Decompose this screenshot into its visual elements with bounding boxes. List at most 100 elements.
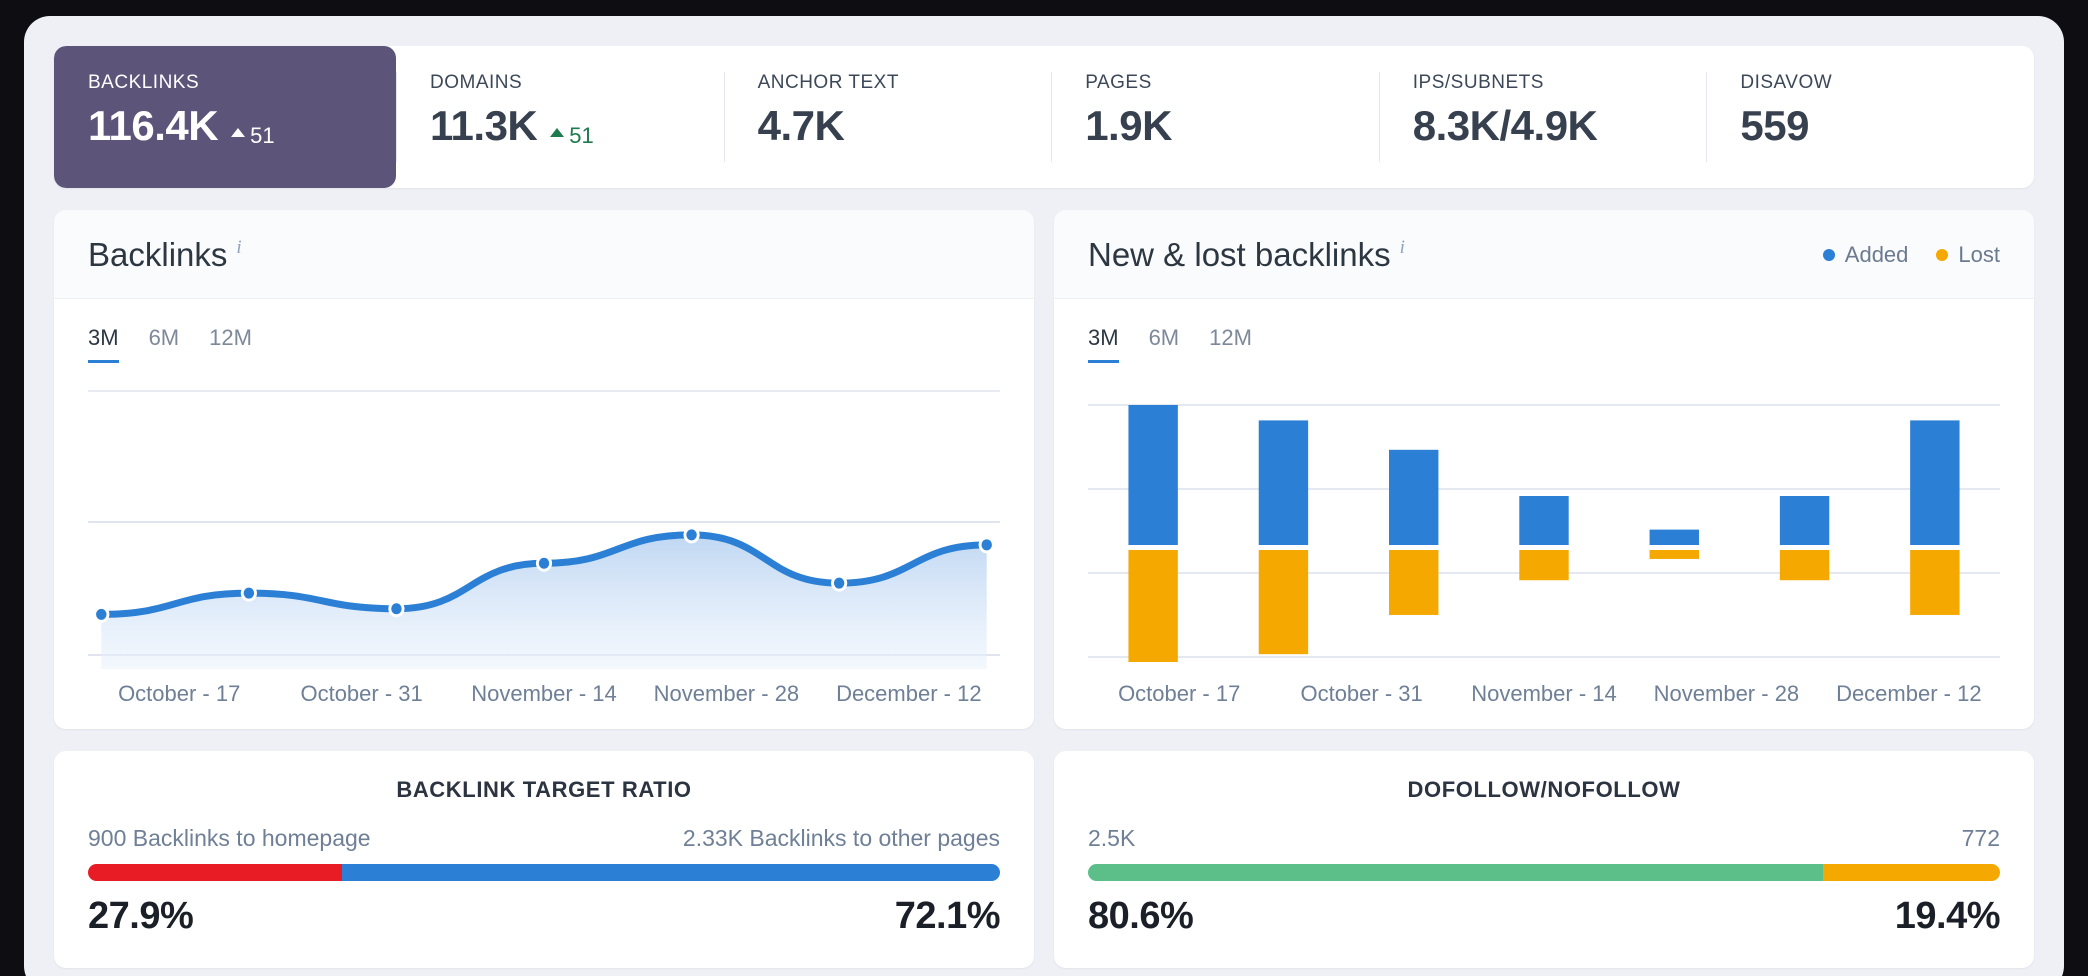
- follow-ratio-labels: 2.5K 772: [1088, 825, 2000, 852]
- new-lost-x-axis: October - 17 October - 31 November - 14 Nov…: [1088, 681, 2000, 707]
- kpi-value-row: 8.3K/4.9K: [1412, 102, 1707, 149]
- data-point[interactable]: [683, 526, 700, 544]
- x-tick-label: November - 28: [653, 681, 800, 706]
- charts-row: Backlinks i 3M 6M 12M October - 17 Octob…: [54, 210, 2034, 729]
- bar-added[interactable]: [1779, 496, 1830, 545]
- bar-lost[interactable]: [1389, 550, 1439, 615]
- data-point[interactable]: [93, 605, 110, 623]
- follow-ratio-right-label: 772: [1961, 825, 2000, 851]
- kpi-label: IPS/SUBNETS: [1412, 72, 1544, 93]
- legend-dot-icon: [1822, 249, 1835, 261]
- new-lost-range-tab-3m[interactable]: 3M: [1088, 325, 1119, 363]
- bar-added[interactable]: [1128, 405, 1178, 545]
- x-tick-label: December - 12: [1836, 681, 1982, 706]
- data-point[interactable]: [831, 574, 848, 592]
- backlinks-card-title: Backlinks i: [88, 236, 242, 274]
- backlinks-x-axis: October - 17 October - 31 November - 14 Nov…: [88, 681, 1000, 707]
- x-tick-label: October - 17: [118, 681, 241, 706]
- follow-ratio-bar: [1088, 864, 2000, 881]
- data-point[interactable]: [978, 536, 995, 554]
- kpi-anchor-text[interactable]: ANCHOR TEXT 4.7K: [723, 46, 1052, 188]
- backlinks-range-tab-12m[interactable]: 12M: [209, 325, 252, 363]
- bar-lost[interactable]: [1779, 550, 1830, 581]
- bar-added[interactable]: [1910, 420, 1960, 545]
- data-point[interactable]: [535, 554, 553, 572]
- follow-ratio-right-pct: 19.4%: [1894, 895, 2001, 937]
- x-tick-label: November - 28: [1653, 681, 1800, 706]
- bar-groups: [1128, 405, 1960, 662]
- kpi-strip: BACKLINKS 116.4K 51 DOMAINS 11.3K 51 ANCHOR TE…: [54, 46, 2034, 188]
- backlinks-area-chart: [88, 377, 1000, 669]
- bar-lost[interactable]: [1519, 550, 1569, 581]
- target-ratio-right-label: 2.33K Backlinks to other pages: [682, 825, 1000, 851]
- bar-lost[interactable]: [1128, 550, 1178, 662]
- kpi-delta: 51: [550, 122, 594, 149]
- x-tick-label: November - 14: [1471, 681, 1617, 706]
- new-lost-card-header: New & lost backlinks i Added Lost: [1054, 210, 2034, 299]
- kpi-label: DISAVOW: [1740, 72, 1833, 93]
- x-tick-label: October - 17: [1118, 681, 1241, 706]
- target-ratio-bar: [88, 864, 1000, 881]
- kpi-value-row: 559: [1740, 102, 2034, 149]
- backlinks-chart-svg: [88, 390, 1000, 669]
- bar-lost[interactable]: [1649, 550, 1699, 559]
- new-lost-chart-svg: [1088, 404, 2000, 662]
- kpi-domains[interactable]: DOMAINS 11.3K 51: [396, 46, 724, 188]
- kpi-value: 4.7K: [757, 102, 845, 149]
- kpi-value: 8.3K/4.9K: [1412, 102, 1598, 149]
- new-lost-range-tab-12m[interactable]: 12M: [1209, 325, 1252, 363]
- new-lost-range-tab-6m[interactable]: 6M: [1149, 325, 1180, 363]
- follow-ratio-left-segment: [1088, 864, 1824, 881]
- backlinks-title-text: Backlinks: [88, 236, 228, 273]
- backlinks-range-tabs: 3M 6M 12M: [88, 325, 1000, 363]
- kpi-ips-subnets[interactable]: IPS/SUBNETS 8.3K/4.9K: [1378, 46, 1707, 188]
- bar-lost[interactable]: [1910, 550, 1960, 615]
- chart-legend: Added Lost: [1822, 242, 2000, 268]
- x-tick-label: October - 31: [1300, 681, 1423, 706]
- dashboard-frame: BACKLINKS 116.4K 51 DOMAINS 11.3K 51 ANCHOR TE…: [24, 16, 2064, 976]
- legend-item-lost[interactable]: Lost: [1936, 242, 2000, 268]
- backlinks-range-tab-6m[interactable]: 6M: [149, 325, 180, 363]
- new-lost-bar-chart: [1088, 377, 2000, 669]
- kpi-pages[interactable]: PAGES 1.9K: [1051, 46, 1379, 188]
- target-ratio-percentages: 27.9% 72.1%: [88, 895, 1001, 938]
- target-ratio-left-label: 900 Backlinks to homepage: [88, 825, 371, 851]
- bar-added[interactable]: [1519, 496, 1569, 545]
- kpi-label: BACKLINKS: [88, 72, 200, 93]
- bar-lost[interactable]: [1258, 550, 1309, 655]
- caret-up-icon: [550, 128, 565, 137]
- kpi-delta-value: 51: [250, 122, 275, 148]
- kpi-delta-value: 51: [569, 122, 594, 148]
- kpi-value: 559: [1740, 102, 1809, 149]
- backlink-target-ratio-card: BACKLINK TARGET RATIO 900 Backlinks to h…: [54, 751, 1034, 968]
- info-icon[interactable]: i: [1400, 237, 1405, 259]
- target-ratio-right-pct: 72.1%: [894, 895, 1001, 937]
- data-point[interactable]: [388, 600, 405, 618]
- caret-up-icon: [231, 128, 246, 137]
- info-icon[interactable]: i: [236, 237, 241, 259]
- kpi-disavow[interactable]: DISAVOW 559: [1706, 46, 2034, 188]
- bar-added[interactable]: [1258, 420, 1309, 545]
- bar-added[interactable]: [1649, 529, 1699, 545]
- kpi-delta: 51: [231, 122, 275, 149]
- legend-item-added[interactable]: Added: [1822, 242, 1908, 268]
- backlinks-range-tab-3m[interactable]: 3M: [88, 325, 119, 363]
- target-ratio-left-pct: 27.9%: [88, 895, 194, 937]
- data-point[interactable]: [240, 584, 257, 602]
- follow-ratio-right-segment: [1823, 864, 2000, 881]
- kpi-value: 116.4K: [88, 102, 219, 149]
- kpi-value-row: 116.4K 51: [88, 102, 396, 149]
- bar-added[interactable]: [1389, 449, 1439, 545]
- kpi-value: 1.9K: [1085, 102, 1172, 149]
- target-ratio-title: BACKLINK TARGET RATIO: [396, 777, 692, 802]
- kpi-label: PAGES: [1085, 72, 1152, 93]
- new-lost-range-tabs: 3M 6M 12M: [1088, 325, 2000, 363]
- backlinks-card-header: Backlinks i: [54, 210, 1034, 299]
- target-ratio-left-segment: [88, 864, 343, 881]
- kpi-backlinks[interactable]: BACKLINKS 116.4K 51: [54, 46, 396, 188]
- kpi-value-row: 11.3K 51: [430, 103, 724, 149]
- kpi-label: DOMAINS: [430, 72, 523, 93]
- x-tick-label: October - 31: [300, 681, 423, 706]
- follow-ratio-left-label: 2.5K: [1088, 825, 1136, 851]
- target-ratio-right-segment: [342, 864, 1000, 881]
